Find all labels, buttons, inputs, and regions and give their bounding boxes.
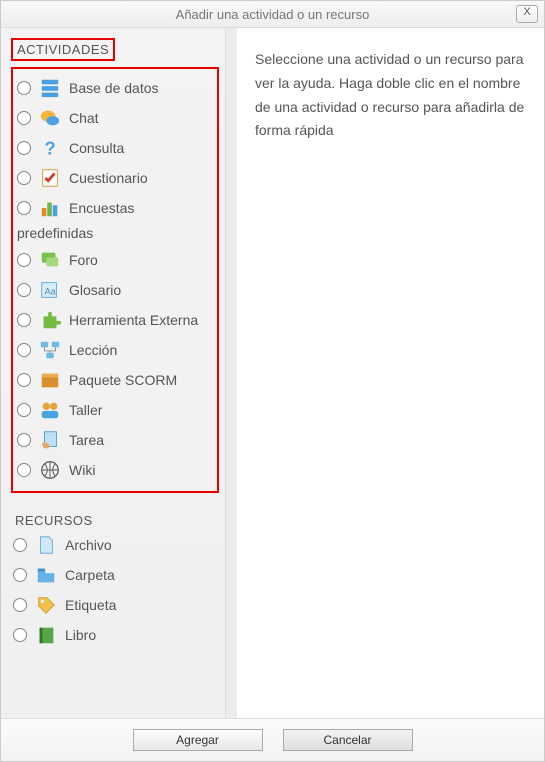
section-header-activities: ACTIVIDADES bbox=[11, 38, 115, 61]
activity-option-lesson[interactable]: Lección bbox=[15, 335, 215, 365]
activity-label: Wiki bbox=[69, 462, 213, 478]
module-list-pane[interactable]: ACTIVIDADES Base de datos Chat bbox=[1, 28, 225, 718]
resource-option-file[interactable]: Archivo bbox=[11, 530, 219, 560]
chat-icon bbox=[39, 107, 61, 129]
section-header-resources: RECURSOS bbox=[11, 511, 97, 530]
activity-option-glossary[interactable]: Aa Glosario bbox=[15, 275, 215, 305]
dialog-title: Añadir una actividad o un recurso bbox=[176, 7, 370, 22]
radio-icon[interactable] bbox=[17, 433, 31, 447]
radio-icon[interactable] bbox=[17, 343, 31, 357]
resource-label: Archivo bbox=[65, 537, 217, 553]
radio-icon[interactable] bbox=[13, 598, 27, 612]
resource-label: Etiqueta bbox=[65, 597, 217, 613]
help-text: Seleccione una actividad o un recurso pa… bbox=[255, 51, 524, 138]
scrollbar[interactable] bbox=[225, 28, 236, 718]
activity-option-survey[interactable]: Encuestas predefinidas bbox=[15, 193, 215, 245]
svg-text:?: ? bbox=[45, 137, 56, 158]
activity-label: Foro bbox=[69, 252, 213, 268]
radio-icon[interactable] bbox=[17, 283, 31, 297]
radio-icon[interactable] bbox=[17, 313, 31, 327]
radio-icon[interactable] bbox=[13, 628, 27, 642]
people-icon bbox=[39, 399, 61, 421]
titlebar: Añadir una actividad o un recurso X bbox=[1, 1, 544, 28]
radio-icon[interactable] bbox=[17, 201, 31, 215]
radio-icon[interactable] bbox=[17, 253, 31, 267]
file-icon bbox=[35, 534, 57, 556]
speech-green-icon bbox=[39, 249, 61, 271]
tag-icon bbox=[35, 594, 57, 616]
resource-option-folder[interactable]: Carpeta bbox=[11, 560, 219, 590]
activity-option-workshop[interactable]: Taller bbox=[15, 395, 215, 425]
activity-option-quiz[interactable]: Cuestionario bbox=[15, 163, 215, 193]
activity-label: Paquete SCORM bbox=[69, 372, 213, 388]
activity-option-lti[interactable]: Herramienta Externa bbox=[15, 305, 215, 335]
resource-label: Libro bbox=[65, 627, 217, 643]
activity-option-assign[interactable]: Tarea bbox=[15, 425, 215, 455]
puzzle-icon bbox=[39, 309, 61, 331]
activity-option-forum[interactable]: Foro bbox=[15, 245, 215, 275]
close-button[interactable]: X bbox=[516, 5, 538, 23]
activity-label: Taller bbox=[69, 402, 213, 418]
radio-icon[interactable] bbox=[13, 538, 27, 552]
activity-label: Lección bbox=[69, 342, 213, 358]
activity-option-database[interactable]: Base de datos bbox=[15, 73, 215, 103]
radio-icon[interactable] bbox=[17, 111, 31, 125]
book-icon bbox=[35, 624, 57, 646]
radio-icon[interactable] bbox=[17, 373, 31, 387]
help-pane: Seleccione una actividad o un recurso pa… bbox=[237, 28, 544, 718]
activity-label: Herramienta Externa bbox=[69, 312, 213, 328]
activity-label: Glosario bbox=[69, 282, 213, 298]
activity-label: Chat bbox=[69, 110, 213, 126]
folder-icon bbox=[35, 564, 57, 586]
activity-label: Cuestionario bbox=[69, 170, 213, 186]
question-icon: ? bbox=[39, 137, 61, 159]
activity-option-wiki[interactable]: Wiki bbox=[15, 455, 215, 485]
radio-icon[interactable] bbox=[17, 171, 31, 185]
hand-sheet-icon bbox=[39, 429, 61, 451]
box-icon bbox=[39, 369, 61, 391]
radio-icon[interactable] bbox=[17, 463, 31, 477]
cancel-button[interactable]: Cancelar bbox=[283, 729, 413, 751]
activity-option-chat[interactable]: Chat bbox=[15, 103, 215, 133]
flow-icon bbox=[39, 339, 61, 361]
add-button[interactable]: Agregar bbox=[133, 729, 263, 751]
activity-chooser-dialog: Añadir una actividad o un recurso X ACTI… bbox=[0, 0, 545, 762]
database-icon bbox=[39, 77, 61, 99]
glossary-icon: Aa bbox=[39, 279, 61, 301]
resource-option-book[interactable]: Libro bbox=[11, 620, 219, 650]
radio-icon[interactable] bbox=[17, 141, 31, 155]
activity-label: Encuestas bbox=[69, 200, 213, 216]
resource-option-label[interactable]: Etiqueta bbox=[11, 590, 219, 620]
activity-label: Consulta bbox=[69, 140, 213, 156]
dialog-footer: Agregar Cancelar bbox=[1, 718, 544, 761]
activity-sub-label: predefinidas bbox=[17, 225, 213, 241]
resource-label: Carpeta bbox=[65, 567, 217, 583]
activity-option-choice[interactable]: ? Consulta bbox=[15, 133, 215, 163]
checkbox-sheet-icon bbox=[39, 167, 61, 189]
radio-icon[interactable] bbox=[17, 81, 31, 95]
activity-label: Tarea bbox=[69, 432, 213, 448]
svg-text:Aa: Aa bbox=[45, 287, 57, 297]
activities-group-highlight: Base de datos Chat ? Consulta bbox=[11, 67, 219, 493]
radio-icon[interactable] bbox=[13, 568, 27, 582]
barchart-icon bbox=[39, 197, 61, 219]
radio-icon[interactable] bbox=[17, 403, 31, 417]
dialog-body: ACTIVIDADES Base de datos Chat bbox=[1, 28, 544, 718]
activity-option-scorm[interactable]: Paquete SCORM bbox=[15, 365, 215, 395]
wiki-icon bbox=[39, 459, 61, 481]
activity-label: Base de datos bbox=[69, 80, 213, 96]
